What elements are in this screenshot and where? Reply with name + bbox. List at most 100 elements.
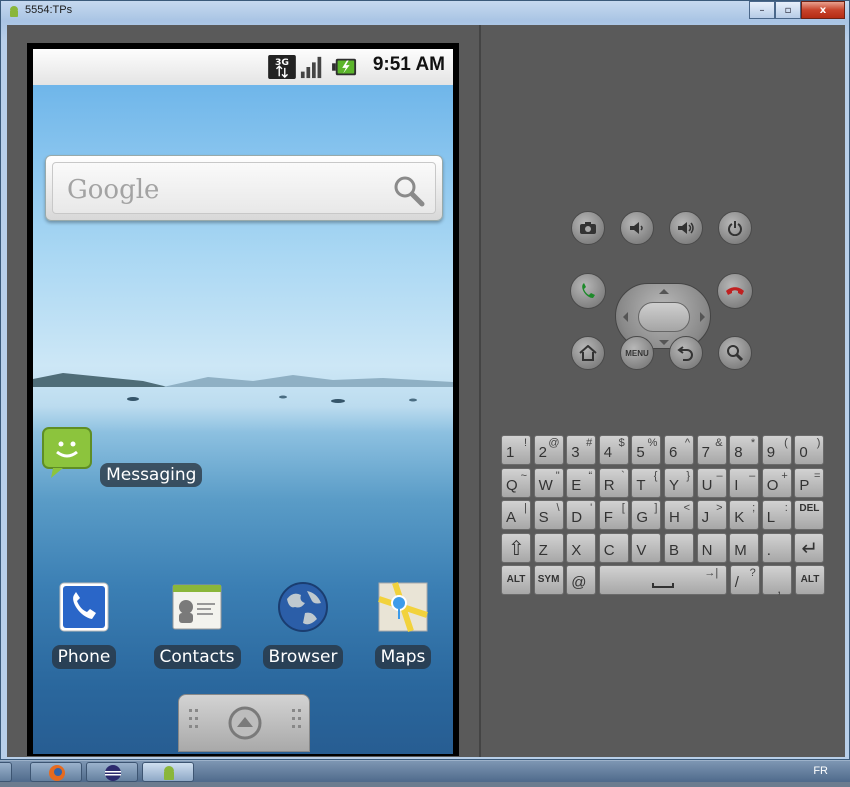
dpad-center-button[interactable]	[638, 302, 690, 332]
app-phone[interactable]: Phone	[49, 579, 119, 669]
key-sym[interactable]: SYM	[533, 565, 564, 595]
taskbar-item-emulator[interactable]	[142, 762, 194, 782]
key-r[interactable]: R `	[598, 467, 629, 498]
key-i[interactable]: I –	[729, 467, 760, 498]
key-label: /	[734, 574, 739, 591]
key-alt-left[interactable]: ALT	[501, 565, 531, 595]
key-alt-label: %	[647, 437, 658, 449]
title-bar[interactable]: 5554:TPs – ▫ x	[1, 1, 849, 23]
key-2[interactable]: 2 @	[533, 435, 564, 465]
key-label: ALT	[506, 574, 526, 585]
key-del[interactable]: DEL	[794, 500, 825, 530]
key-l[interactable]: L:	[761, 500, 792, 530]
key-k[interactable]: K;	[729, 500, 760, 530]
key-y[interactable]: Y}	[664, 467, 694, 498]
key-label: G	[636, 509, 649, 526]
call-button[interactable]	[570, 273, 606, 309]
key-label: ↵	[801, 537, 819, 560]
back-button[interactable]	[669, 336, 703, 370]
maximize-button[interactable]: ▫	[775, 1, 801, 19]
close-button[interactable]: x	[801, 1, 845, 19]
search-button[interactable]	[718, 336, 752, 370]
search-input[interactable]: Google	[52, 162, 436, 214]
key-o[interactable]: O +	[761, 467, 792, 498]
key-d[interactable]: D '	[566, 500, 597, 530]
app-messaging[interactable]: Messaging	[39, 424, 203, 487]
key-alt-label: [	[621, 502, 625, 514]
key-c[interactable]: C	[598, 532, 629, 563]
key-s[interactable]: S \	[533, 500, 564, 530]
key-p[interactable]: P =	[794, 467, 825, 498]
home-wallpaper[interactable]: Google Messaging Phone Contacts Browser …	[33, 85, 453, 754]
google-logo: Google	[67, 175, 160, 205]
key-alt-label: ;	[752, 502, 756, 514]
camera-button[interactable]	[571, 211, 605, 245]
key-slash[interactable]: /?	[729, 565, 760, 595]
key-f[interactable]: F[	[598, 500, 629, 530]
menu-button[interactable]: MENU	[620, 336, 654, 370]
key-j[interactable]: J >	[696, 500, 727, 530]
key-h[interactable]: H <	[664, 500, 694, 530]
key-at[interactable]: @	[566, 565, 597, 595]
key-a[interactable]: A |	[501, 500, 531, 530]
volume-down-button[interactable]	[620, 211, 654, 245]
key-t[interactable]: T{	[631, 467, 662, 498]
key-label: E	[571, 476, 582, 494]
key-6[interactable]: 6 ^	[664, 435, 694, 465]
signal-strength-icon	[300, 56, 322, 79]
taskbar-item-word[interactable]	[0, 762, 12, 782]
minimize-button[interactable]: –	[749, 1, 775, 19]
taskbar-item-eclipse[interactable]	[86, 762, 138, 782]
key-label: 9	[766, 444, 776, 461]
key-comma[interactable]: ,	[762, 565, 793, 596]
key-period[interactable]: .	[761, 532, 792, 563]
power-button[interactable]	[718, 211, 752, 245]
home-button[interactable]	[571, 336, 605, 370]
key-x[interactable]: X	[566, 532, 597, 563]
key-q[interactable]: Q ~	[501, 467, 531, 498]
key-label: J	[701, 509, 710, 526]
key-4[interactable]: 4 $	[598, 435, 629, 465]
key-7[interactable]: 7 &	[696, 435, 727, 465]
search-icon[interactable]	[391, 173, 425, 207]
key-u[interactable]: U –	[696, 467, 727, 498]
key-n[interactable]: N	[696, 532, 727, 563]
key-8[interactable]: 8 *	[729, 435, 760, 465]
phone-screen[interactable]: 3G 9:51 AM Google Messaging Phone Contac…	[27, 43, 459, 756]
key-shift[interactable]: ⇧	[501, 532, 531, 563]
windows-taskbar: FR	[0, 760, 850, 782]
app-drawer-handle[interactable]	[178, 694, 310, 752]
key-0[interactable]: 0)	[794, 435, 825, 465]
volume-up-button[interactable]	[669, 211, 703, 245]
google-search-widget[interactable]: Google	[45, 155, 443, 221]
key-m[interactable]: M	[729, 532, 760, 563]
app-maps[interactable]: Maps	[371, 579, 435, 669]
key-alt-label: *	[750, 437, 756, 449]
key-w[interactable]: W "	[533, 467, 564, 498]
key-enter[interactable]: ↵	[794, 532, 825, 563]
key-alt-right[interactable]: ALT	[795, 565, 825, 595]
key-5[interactable]: 5%	[631, 435, 662, 465]
key-alt-label: :	[784, 502, 788, 514]
key-label: →|	[704, 567, 719, 579]
key-alt-label: (	[784, 437, 788, 449]
key-9[interactable]: 9(	[761, 435, 792, 465]
key-z[interactable]: Z	[533, 532, 564, 563]
app-browser[interactable]: Browser	[259, 579, 347, 669]
status-bar[interactable]: 3G 9:51 AM	[33, 49, 453, 85]
key-v[interactable]: V	[631, 532, 662, 563]
key-alt-label: <	[683, 502, 690, 514]
taskbar-item-firefox[interactable]	[30, 762, 82, 782]
key-3[interactable]: 3 #	[566, 435, 597, 465]
key-e[interactable]: E “	[566, 467, 597, 498]
end-call-button[interactable]	[717, 273, 753, 309]
app-contacts[interactable]: Contacts	[151, 579, 243, 669]
key-g[interactable]: G]	[631, 500, 662, 530]
key-b[interactable]: B	[664, 532, 694, 563]
key-label: 3	[571, 444, 580, 461]
key-space[interactable]: →|	[598, 565, 728, 595]
emulator-client-area: 3G 9:51 AM Google Messaging Phone Contac…	[7, 25, 845, 757]
key-alt-label: "	[555, 469, 560, 482]
keyboard-language-indicator[interactable]: FR	[813, 765, 828, 777]
key-1[interactable]: 1!	[501, 435, 531, 465]
